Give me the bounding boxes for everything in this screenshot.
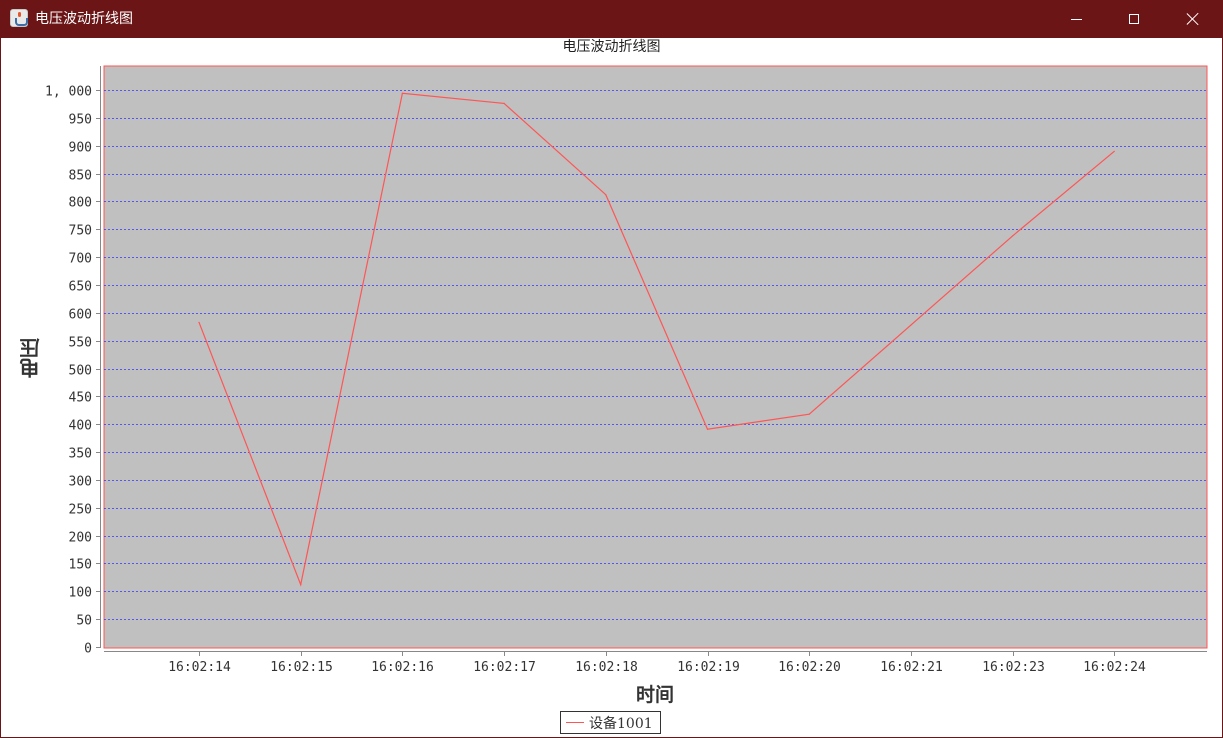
data-point xyxy=(503,102,505,104)
x-tick-label: 16:02:19 xyxy=(677,660,740,675)
y-tick-label: 350 xyxy=(69,447,92,462)
y-tick-label: 600 xyxy=(69,308,92,323)
y-tick-label: 0 xyxy=(84,642,92,657)
plot-area xyxy=(103,65,1208,649)
data-point xyxy=(300,584,302,586)
y-tick-label: 500 xyxy=(69,364,92,379)
y-tick-label: 750 xyxy=(69,224,92,239)
x-tick-label: 16:02:14 xyxy=(168,660,231,675)
x-tick-label: 16:02:20 xyxy=(778,660,841,675)
x-tick-label: 16:02:23 xyxy=(982,660,1045,675)
y-tick-label: 300 xyxy=(69,475,92,490)
legend: 设备1001 xyxy=(560,711,661,734)
data-point xyxy=(706,428,709,430)
y-tick-label: 250 xyxy=(69,503,92,518)
data-point xyxy=(910,324,912,326)
line-chart: 0 50 100 150 200 250 300 350 400 450 500 550 600 650 7… xyxy=(45,65,1208,675)
legend-swatch xyxy=(566,722,584,723)
x-tick-label: 16:02:16 xyxy=(371,660,434,675)
y-tick-label: 400 xyxy=(69,419,92,434)
x-axis-label: 时间 xyxy=(635,684,674,706)
x-tick-label: 16:02:17 xyxy=(473,660,536,675)
y-ticks: 0 50 100 150 200 250 300 350 400 450 500 550 600 650 7… xyxy=(45,85,100,657)
y-tick-label: 450 xyxy=(69,391,92,406)
x-tick-label: 16:02:15 xyxy=(270,660,333,675)
y-tick-label: 550 xyxy=(69,336,92,351)
data-point xyxy=(808,413,810,415)
data-point xyxy=(401,92,403,94)
y-tick-label: 700 xyxy=(69,252,92,267)
y-tick-label: 100 xyxy=(69,586,92,601)
y-tick-label: 650 xyxy=(69,280,92,295)
y-tick-label: 850 xyxy=(69,169,92,184)
x-tick-label: 16:02:24 xyxy=(1083,660,1146,675)
data-point xyxy=(198,321,200,323)
x-tick-label: 16:02:18 xyxy=(575,660,638,675)
data-point xyxy=(1012,235,1014,237)
y-tick-label: 50 xyxy=(76,614,92,629)
y-tick-label: 200 xyxy=(69,531,92,546)
data-point xyxy=(1113,150,1115,152)
y-tick-label: 950 xyxy=(69,113,92,128)
y-tick-label: 1, 000 xyxy=(45,85,92,100)
x-tick-label: 16:02:21 xyxy=(880,660,943,675)
data-point xyxy=(605,194,607,196)
x-ticks: 16:02:14 16:02:15 16:02:16 16:02:17 16:02:18… xyxy=(168,652,1146,675)
legend-label: 设备1001 xyxy=(589,715,653,732)
y-tick-label: 800 xyxy=(69,196,92,211)
y-tick-label: 900 xyxy=(69,141,92,156)
y-tick-label: 150 xyxy=(69,558,92,573)
y-axis-label: 电压 xyxy=(19,338,43,378)
